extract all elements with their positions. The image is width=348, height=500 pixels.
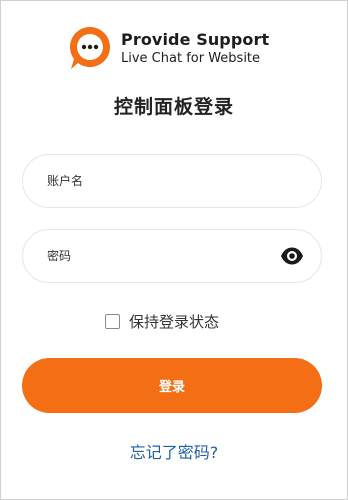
password-input[interactable] (47, 230, 277, 282)
remember-checkbox[interactable] (105, 314, 120, 329)
remember-label: 保持登录状态 (129, 313, 220, 331)
logo-text: Provide Support Live Chat for Website (121, 29, 270, 66)
forgot-password-link[interactable]: 忘记了密码? (1, 439, 347, 463)
password-field (22, 229, 322, 283)
chat-bubble-icon (70, 27, 110, 69)
page-title: 控制面板登录 (113, 96, 234, 118)
login-panel: Provide Support Live Chat for Website 控制… (0, 0, 348, 500)
remember-me: 保持登录状态 (105, 311, 219, 332)
eye-icon[interactable] (280, 246, 304, 266)
login-button[interactable]: 登录 (22, 358, 322, 413)
logo-tagline: Live Chat for Website (121, 50, 261, 66)
username-field (22, 154, 322, 208)
provide-support-logo: Provide Support Live Chat for Website (65, 23, 269, 73)
logo-name: Provide Support (121, 29, 270, 49)
username-input[interactable] (47, 155, 277, 207)
